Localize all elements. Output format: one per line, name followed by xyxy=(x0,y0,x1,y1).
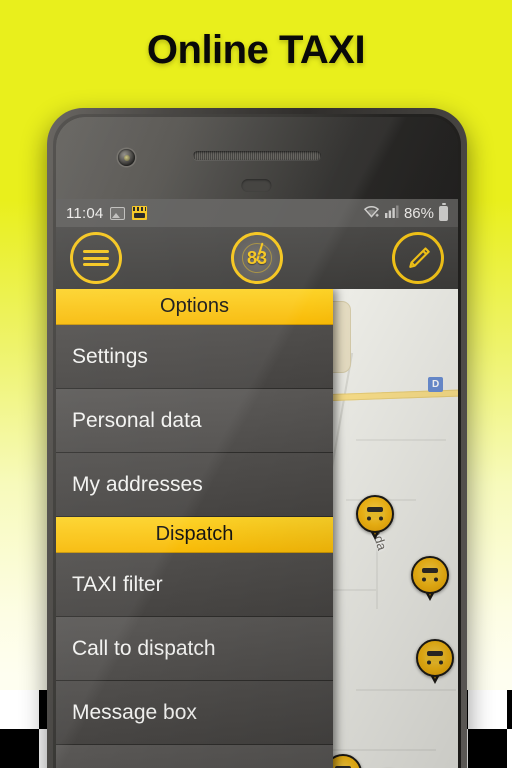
battery-percent-label: 86% xyxy=(403,204,434,222)
speed-value-label: 83 xyxy=(246,247,268,268)
status-bar: 11:04 86% xyxy=(56,199,458,227)
menu-item-message-box[interactable]: Message box xyxy=(56,681,333,745)
taxi-car-pin-icon xyxy=(356,495,394,533)
taxi-app-notification-icon xyxy=(132,206,148,220)
taxi-marker[interactable] xyxy=(411,556,449,602)
phone-inner-bezel: 11:04 86% 83 D Options Settings Personal… xyxy=(53,114,461,768)
speedometer-button[interactable]: 83 xyxy=(231,232,283,284)
road-shield-marker: D xyxy=(428,377,444,392)
hamburger-menu-icon xyxy=(83,247,109,270)
menu-item-partial[interactable] xyxy=(56,745,333,768)
app-toolbar: 83 xyxy=(56,227,458,289)
menu-item-call-to-dispatch[interactable]: Call to dispatch xyxy=(56,617,333,681)
taxi-car-pin-icon xyxy=(411,556,449,594)
app-content-area: our a Zizinului Bulevardul Saturn Strada… xyxy=(56,289,458,768)
wifi-icon xyxy=(363,204,380,222)
status-bar-left-group: 11:04 xyxy=(66,204,148,222)
menu-item-taxi-filter[interactable]: TAXI filter xyxy=(56,553,333,617)
menu-item-personal-data[interactable]: Personal data xyxy=(56,389,333,453)
menu-header-dispatch: Dispatch xyxy=(56,517,333,553)
taxi-car-pin-icon xyxy=(416,639,454,677)
front-camera-icon xyxy=(118,149,135,166)
menu-item-settings[interactable]: Settings xyxy=(56,325,333,389)
sensor-slot-icon xyxy=(241,179,272,192)
hamburger-menu-button[interactable] xyxy=(70,232,122,284)
status-clock: 11:04 xyxy=(66,204,104,222)
taxi-marker[interactable] xyxy=(356,495,394,541)
navigation-drawer: Options Settings Personal data My addres… xyxy=(56,289,333,768)
camera-lens-icon xyxy=(123,154,130,161)
phone-top-bezel xyxy=(56,117,458,199)
menu-item-my-addresses[interactable]: My addresses xyxy=(56,453,333,517)
taxi-marker[interactable] xyxy=(416,639,454,685)
gallery-icon xyxy=(110,206,126,220)
page-title: Online TAXI xyxy=(146,28,366,72)
cellular-signal-icon xyxy=(384,204,399,222)
phone-device-frame: 11:04 86% 83 D Options Settings Personal… xyxy=(47,108,467,768)
pencil-edit-icon xyxy=(403,243,433,273)
menu-header-options: Options xyxy=(56,289,333,325)
battery-icon xyxy=(439,205,448,221)
status-bar-right-group: 86% xyxy=(363,204,448,222)
phone-screen: 11:04 86% 83 D Options Settings Personal… xyxy=(56,117,458,768)
earpiece-speaker-icon xyxy=(193,151,321,160)
pencil-edit-button[interactable] xyxy=(392,232,444,284)
